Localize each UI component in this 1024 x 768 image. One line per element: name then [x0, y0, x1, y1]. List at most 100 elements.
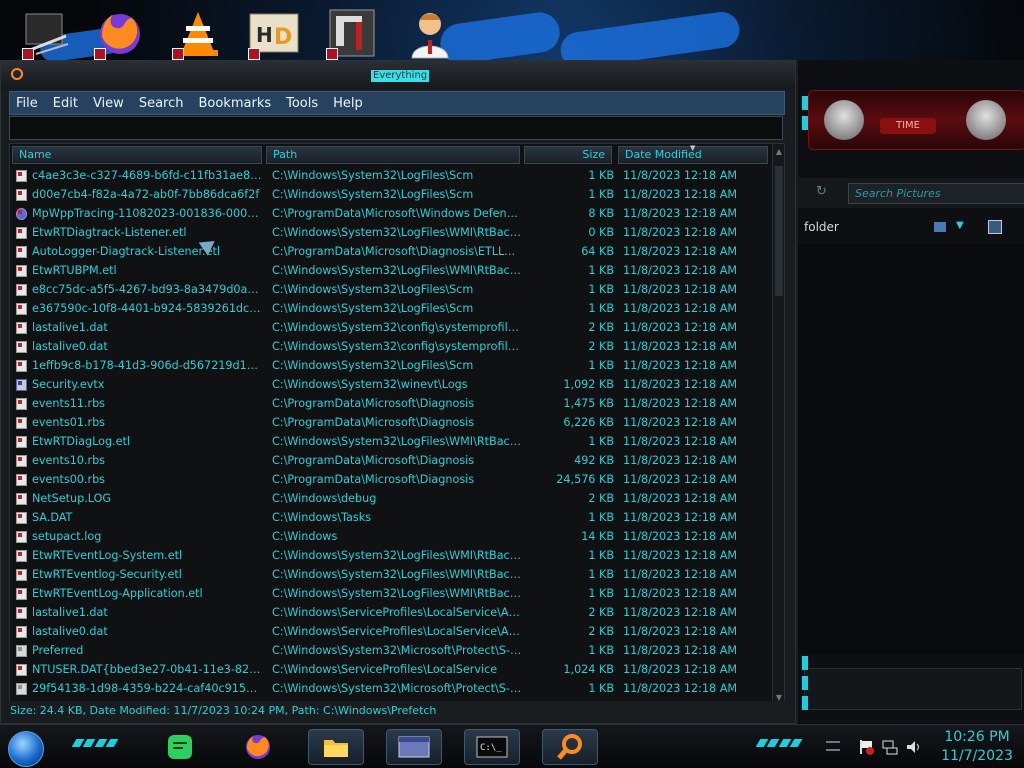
table-row[interactable]: events11.rbs C:\ProgramData\Microsoft\Dia… [10, 394, 772, 413]
table-row[interactable]: EtwRTEventlog-Security.etl C:\Windows\Sys… [10, 565, 772, 584]
cell-size: 0 KB [588, 226, 614, 239]
taskbar-file-explorer[interactable] [308, 729, 364, 765]
status-bar: Size: 24.4 KB, Date Modified: 11/7/2023 … [9, 701, 785, 721]
file-icon [16, 341, 27, 353]
cell-path: C:\Windows\System32\LogFiles\Scm [272, 283, 474, 296]
table-row[interactable]: lastalive1.dat C:\Windows\ServiceProfiles… [10, 603, 772, 622]
cell-path: C:\Windows\System32\Microsoft\Protect\S-… [272, 644, 522, 657]
table-row[interactable]: Security.evtx C:\Windows\System32\winevt\… [10, 375, 772, 394]
menu-edit[interactable]: Edit [53, 96, 78, 111]
file-icon [16, 455, 27, 467]
cell-size: 2 KB [588, 492, 614, 505]
table-row[interactable]: SA.DAT C:\Windows\Tasks 1 KB 11/8/2023 12:1… [10, 508, 772, 527]
table-row[interactable]: 29f54138-1d98-4359-b224-caf40c915a5c C:\W… [10, 679, 772, 698]
search-pictures-input[interactable]: Search Pictures [848, 183, 1024, 204]
scroll-up-icon[interactable]: ▲ [775, 148, 783, 156]
table-row[interactable]: d00e7cb4-f82a-4a72-ab0f-7bb86dca6f2f C:\W… [10, 185, 772, 204]
refresh-icon[interactable]: ↻ [816, 184, 827, 199]
table-row[interactable]: c4ae3c3e-c327-4689-b6fd-c11fb31ae88b C:\W… [10, 166, 772, 185]
show-hidden-icons-icon[interactable] [826, 741, 840, 751]
cell-name: setupact.log [32, 530, 102, 543]
table-row[interactable]: AutoLogger-Diagtrack-Listener.etl C:\Prog… [10, 242, 772, 261]
file-icon [16, 493, 27, 505]
menu-search[interactable]: Search [139, 96, 184, 111]
background-details-pane [804, 668, 1022, 710]
vlc-desktop-icon[interactable] [170, 6, 226, 62]
cell-name: events00.rbs [32, 473, 106, 486]
table-row[interactable]: e8cc75dc-a5f5-4267-bd93-8a3479d0a822 C:\W… [10, 280, 772, 299]
alien-logo-icon [966, 100, 1006, 140]
scrollbar-thumb[interactable] [775, 166, 783, 296]
cell-date: 11/8/2023 12:18 AM [623, 416, 738, 429]
taskbar-everything[interactable] [542, 729, 598, 765]
taskbar: C:\_ 10:26 PM 11/7/2023 [0, 724, 1024, 768]
taskbar-notes-app[interactable] [152, 729, 208, 765]
shortcut-arrow-icon [248, 48, 260, 60]
firefox-desktop-icon[interactable] [92, 6, 148, 62]
network-icon[interactable] [882, 739, 898, 755]
cell-path: C:\ProgramData\Microsoft\Diagnosis [272, 473, 475, 486]
taskbar-firefox[interactable] [230, 729, 286, 765]
menu-view[interactable]: View [93, 96, 124, 111]
preview-pane-icon[interactable] [988, 220, 1002, 234]
taskbar-command-prompt[interactable]: C:\_ [464, 729, 520, 765]
results-list[interactable]: Name Path Size Date Modified ▼ c4ae3c3e-… [9, 143, 785, 707]
column-header-name[interactable]: Name [12, 146, 262, 164]
menu-bookmarks[interactable]: Bookmarks [198, 96, 271, 111]
menu-tools[interactable]: Tools [286, 96, 318, 111]
start-button[interactable] [8, 731, 44, 767]
cell-path: C:\Windows\System32\LogFiles\WMI\RtBacku… [272, 568, 522, 581]
cell-size: 2 KB [588, 625, 614, 638]
volume-icon[interactable] [906, 739, 922, 755]
tools-desktop-icon[interactable] [20, 6, 76, 62]
cell-date: 11/8/2023 12:18 AM [623, 511, 738, 524]
table-row[interactable]: EtwRTDiagLog.etl C:\Windows\System32\LogF… [10, 432, 772, 451]
table-row[interactable]: EtwRTEventLog-System.etl C:\Windows\Syste… [10, 546, 772, 565]
table-row[interactable]: e367590c-10f8-4401-b924-5839261dc94e C:\W… [10, 299, 772, 318]
chevron-down-icon[interactable]: ▼ [956, 220, 964, 231]
cell-date: 11/8/2023 12:18 AM [623, 644, 738, 657]
flag-icon[interactable] [858, 739, 874, 755]
taskbar-control-panel[interactable] [386, 729, 442, 765]
hxd-desktop-icon[interactable]: HD [246, 6, 302, 62]
table-row[interactable]: setupact.log C:\Windows 14 KB 11/8/2023 12:… [10, 527, 772, 546]
table-row[interactable]: EtwRTUBPM.etl C:\Windows\System32\LogFile… [10, 261, 772, 280]
table-row[interactable]: lastalive1.dat C:\Windows\System32\config… [10, 318, 772, 337]
cell-size: 1 KB [588, 264, 614, 277]
app-desktop-icon[interactable] [324, 6, 380, 62]
magnifier-icon [557, 734, 582, 760]
table-row[interactable]: EtwRTEventLog-Application.etl C:\Windows\… [10, 584, 772, 603]
table-row[interactable]: lastalive0.dat C:\Windows\ServiceProfiles… [10, 622, 772, 641]
background-explorer-window[interactable]: TIME ↻ Search Pictures folder ▼ [796, 60, 1024, 724]
file-icon [16, 474, 27, 486]
view-options-icon[interactable] [934, 222, 946, 232]
title-bar[interactable]: Everything [1, 61, 795, 89]
table-row[interactable]: NetSetup.LOG C:\Windows\debug 2 KB 11/8/202… [10, 489, 772, 508]
clock-time[interactable]: 10:26 PM [937, 729, 1017, 745]
table-row[interactable]: 1effb9c8-b178-41d3-906d-d567219d1b46 C:\W… [10, 356, 772, 375]
table-row[interactable]: Preferred C:\Windows\System32\Microsoft\P… [10, 641, 772, 660]
table-row[interactable]: events00.rbs C:\ProgramData\Microsoft\Dia… [10, 470, 772, 489]
user-desktop-icon[interactable] [402, 6, 458, 62]
table-row[interactable]: NTUSER.DAT{bbed3e27-0b41-11e3-8249-d6...… [10, 660, 772, 679]
cell-size: 1 KB [588, 568, 614, 581]
menu-help[interactable]: Help [333, 96, 363, 111]
clock-date[interactable]: 11/7/2023 [937, 748, 1017, 764]
folder-icon [324, 740, 348, 757]
table-row[interactable]: lastalive0.dat C:\Windows\System32\config… [10, 337, 772, 356]
vertical-scrollbar[interactable]: ▲ ▼ [772, 144, 784, 706]
table-row[interactable]: events10.rbs C:\ProgramData\Microsoft\Dia… [10, 451, 772, 470]
table-row[interactable]: MpWppTracing-11082023-001836-00000003-..… [10, 204, 772, 223]
everything-window[interactable]: Everything File Edit View Search Bookmar… [0, 60, 796, 724]
column-header-size[interactable]: Size [524, 146, 612, 164]
folder-label: folder [804, 220, 839, 234]
file-icon [16, 265, 27, 277]
table-row[interactable]: events01.rbs C:\ProgramData\Microsoft\Dia… [10, 413, 772, 432]
menu-file[interactable]: File [16, 96, 38, 111]
cell-date: 11/8/2023 12:18 AM [623, 435, 738, 448]
column-header-path[interactable]: Path [266, 146, 520, 164]
search-input[interactable] [9, 116, 783, 140]
file-icon [16, 436, 27, 448]
file-icon [16, 550, 27, 562]
table-row[interactable]: EtwRTDiagtrack-Listener.etl C:\Windows\Sy… [10, 223, 772, 242]
